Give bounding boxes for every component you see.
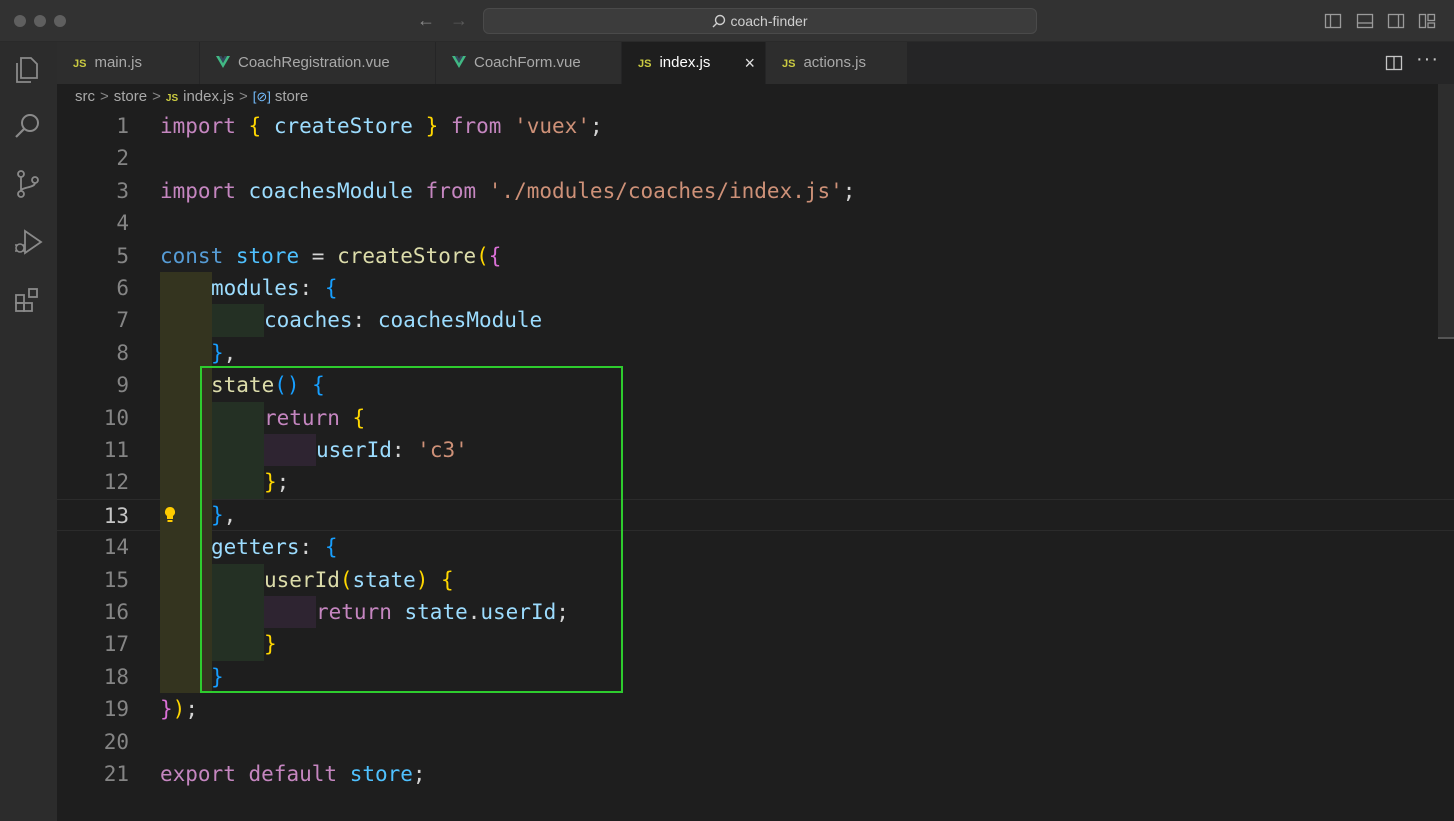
line-number: 7 <box>116 308 129 333</box>
source-control-icon[interactable] <box>12 168 44 200</box>
window-title: coach-finder <box>730 13 808 29</box>
editor-scrollbar[interactable] <box>1438 84 1454 338</box>
command-center-search[interactable]: coach-finder <box>483 8 1037 34</box>
line-number: 5 <box>116 243 129 268</box>
forward-arrow-icon[interactable]: → <box>450 10 468 30</box>
vue-file-icon <box>452 56 466 68</box>
javascript-file-icon: JS <box>782 58 796 70</box>
tab-label: main.js <box>94 54 142 71</box>
code-line[interactable]: 3 import coachesModule from './modules/co… <box>57 175 1454 207</box>
line-number: 3 <box>116 178 129 203</box>
line-number: 11 <box>103 438 129 462</box>
run-debug-icon[interactable] <box>12 226 44 258</box>
line-number: 6 <box>116 276 129 300</box>
files-icon[interactable] <box>12 54 44 86</box>
tab-index-js[interactable]: JS index.js × <box>622 42 766 84</box>
javascript-file-icon: JS <box>638 58 652 70</box>
title-bar: ← → coach-finder <box>0 0 1454 42</box>
line-number: 13 <box>103 503 129 528</box>
code-line[interactable]: 5 const store = createStore({ <box>57 240 1454 272</box>
chevron-right-icon: > <box>100 88 109 105</box>
code-line[interactable]: 1 import { createStore } from 'vuex'; <box>57 110 1454 142</box>
code-line[interactable]: 20 <box>57 726 1454 758</box>
line-number: 9 <box>116 373 129 398</box>
code-line[interactable]: 8}, <box>57 336 1454 370</box>
line-number: 15 <box>103 567 129 592</box>
breadcrumb-item[interactable]: store <box>114 88 147 105</box>
customize-layout-icon[interactable] <box>1418 12 1436 30</box>
toggle-sidebar-icon[interactable] <box>1324 12 1342 30</box>
breadcrumb-item[interactable]: index.js <box>183 88 234 105</box>
breadcrumb-item[interactable]: src <box>75 88 95 105</box>
code-line[interactable]: 19}); <box>57 693 1454 725</box>
close-window-button[interactable] <box>14 15 26 27</box>
line-number: 19 <box>103 697 129 722</box>
line-number: 1 <box>116 114 129 138</box>
code-line[interactable]: 6 modules: { <box>57 272 1454 305</box>
more-actions-icon[interactable]: ··· <box>1416 48 1439 71</box>
code-line[interactable]: 21 export default store; <box>57 758 1454 790</box>
scrollbar-thumb[interactable] <box>1438 337 1454 339</box>
line-number: 16 <box>103 600 129 624</box>
activity-bar <box>0 42 57 821</box>
split-editor-icon[interactable] <box>1385 54 1403 72</box>
line-number: 21 <box>103 762 129 786</box>
maximize-window-button[interactable] <box>54 15 66 27</box>
toggle-panel-icon[interactable] <box>1356 12 1374 30</box>
line-number: 10 <box>103 405 129 430</box>
tab-coach-form-vue[interactable]: CoachForm.vue <box>436 42 622 84</box>
line-number: 4 <box>116 211 129 236</box>
vue-file-icon <box>216 56 230 68</box>
chevron-right-icon: > <box>152 88 161 105</box>
minimize-window-button[interactable] <box>34 15 46 27</box>
extensions-icon[interactable] <box>12 284 44 316</box>
tab-label: CoachForm.vue <box>474 54 581 71</box>
editor-tab-bar: JS main.js CoachRegistration.vue CoachFor… <box>57 42 1454 84</box>
line-number: 12 <box>103 470 129 495</box>
tab-coach-registration-vue[interactable]: CoachRegistration.vue <box>200 42 436 84</box>
tab-main-js[interactable]: JS main.js <box>57 42 200 84</box>
breadcrumb: src > store > JS index.js > [⊘] store <box>57 84 1454 110</box>
code-line[interactable]: 4 <box>57 207 1454 239</box>
javascript-file-icon: JS <box>165 93 179 104</box>
line-number: 18 <box>103 664 129 689</box>
search-icon[interactable] <box>12 110 44 142</box>
line-number: 14 <box>103 535 129 560</box>
symbol-variable-icon: [⊘] <box>252 89 271 104</box>
close-tab-icon[interactable]: × <box>744 42 755 84</box>
toggle-secondary-sidebar-icon[interactable] <box>1387 12 1405 30</box>
breadcrumb-item[interactable]: store <box>275 88 308 105</box>
chevron-right-icon: > <box>238 88 248 105</box>
code-line[interactable]: 7 coaches: coachesModule <box>57 304 1454 337</box>
line-number: 8 <box>116 340 129 365</box>
search-icon <box>712 14 726 28</box>
tab-actions-js[interactable]: JS actions.js <box>766 42 908 84</box>
highlight-annotation-box <box>200 366 623 693</box>
tab-label: actions.js <box>803 54 866 71</box>
line-number: 20 <box>103 729 129 754</box>
lightbulb-icon[interactable] <box>163 506 177 524</box>
javascript-file-icon: JS <box>73 58 87 70</box>
line-number: 17 <box>103 632 129 657</box>
code-line[interactable]: 2 <box>57 142 1454 174</box>
back-arrow-icon[interactable]: ← <box>417 10 435 30</box>
tab-label: CoachRegistration.vue <box>238 54 390 71</box>
tab-label: index.js <box>659 54 711 71</box>
line-number: 2 <box>116 146 129 171</box>
